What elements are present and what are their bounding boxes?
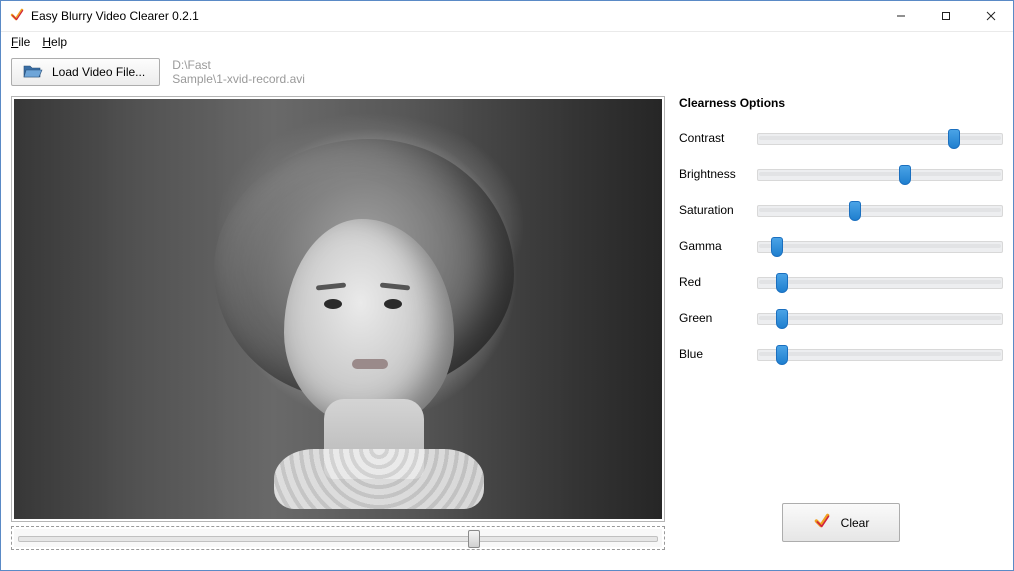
video-panel [11, 96, 665, 560]
option-row-contrast: Contrast [679, 120, 1003, 156]
option-label-blue: Blue [679, 347, 757, 361]
option-label-gamma: Gamma [679, 239, 757, 253]
seek-slider-frame [11, 526, 665, 550]
option-label-contrast: Contrast [679, 131, 757, 145]
brightness-thumb[interactable] [899, 165, 911, 185]
app-window: Easy Blurry Video Clearer 0.2.1 File Hel… [0, 0, 1014, 571]
brightness-slider[interactable] [757, 163, 1003, 185]
seek-thumb[interactable] [468, 530, 480, 548]
video-frame [11, 96, 665, 522]
app-icon [9, 7, 25, 26]
video-preview [14, 99, 662, 519]
folder-open-icon [22, 62, 44, 83]
options-title: Clearness Options [679, 96, 1003, 110]
blue-slider[interactable] [757, 343, 1003, 365]
red-thumb[interactable] [776, 273, 788, 293]
option-label-green: Green [679, 311, 757, 325]
red-slider[interactable] [757, 271, 1003, 293]
option-row-brightness: Brightness [679, 156, 1003, 192]
blue-thumb[interactable] [776, 345, 788, 365]
check-icon [813, 512, 831, 533]
clear-button-label: Clear [841, 516, 870, 530]
window-title: Easy Blurry Video Clearer 0.2.1 [31, 9, 199, 23]
saturation-slider[interactable] [757, 199, 1003, 221]
contrast-slider[interactable] [757, 127, 1003, 149]
minimize-button[interactable] [878, 1, 923, 31]
clear-button[interactable]: Clear [782, 503, 901, 542]
file-path: D:\Fast Sample\1-xvid-record.avi [172, 58, 305, 86]
option-row-red: Red [679, 264, 1003, 300]
seek-slider[interactable] [14, 529, 662, 547]
option-row-gamma: Gamma [679, 228, 1003, 264]
green-thumb[interactable] [776, 309, 788, 329]
option-label-brightness: Brightness [679, 167, 757, 181]
option-row-green: Green [679, 300, 1003, 336]
close-button[interactable] [968, 1, 1013, 31]
toolbar: Load Video File... D:\Fast Sample\1-xvid… [1, 52, 1013, 90]
saturation-thumb[interactable] [849, 201, 861, 221]
menu-bar: File Help [1, 32, 1013, 52]
file-path-line2: Sample\1-xvid-record.avi [172, 72, 305, 86]
option-row-saturation: Saturation [679, 192, 1003, 228]
contrast-thumb[interactable] [948, 129, 960, 149]
option-row-blue: Blue [679, 336, 1003, 372]
file-path-line1: D:\Fast [172, 58, 305, 72]
main-content: Clearness Options Contrast Brightness Satu… [1, 90, 1013, 570]
gamma-thumb[interactable] [771, 237, 783, 257]
option-label-saturation: Saturation [679, 203, 757, 217]
window-controls [878, 1, 1013, 31]
option-label-red: Red [679, 275, 757, 289]
title-bar-left: Easy Blurry Video Clearer 0.2.1 [1, 7, 199, 26]
options-panel: Clearness Options Contrast Brightness Satu… [679, 96, 1003, 560]
gamma-slider[interactable] [757, 235, 1003, 257]
menu-help[interactable]: Help [42, 35, 67, 49]
green-slider[interactable] [757, 307, 1003, 329]
load-video-label: Load Video File... [52, 65, 145, 79]
maximize-button[interactable] [923, 1, 968, 31]
load-video-button[interactable]: Load Video File... [11, 58, 160, 86]
title-bar: Easy Blurry Video Clearer 0.2.1 [1, 1, 1013, 32]
menu-file[interactable]: File [11, 35, 30, 49]
